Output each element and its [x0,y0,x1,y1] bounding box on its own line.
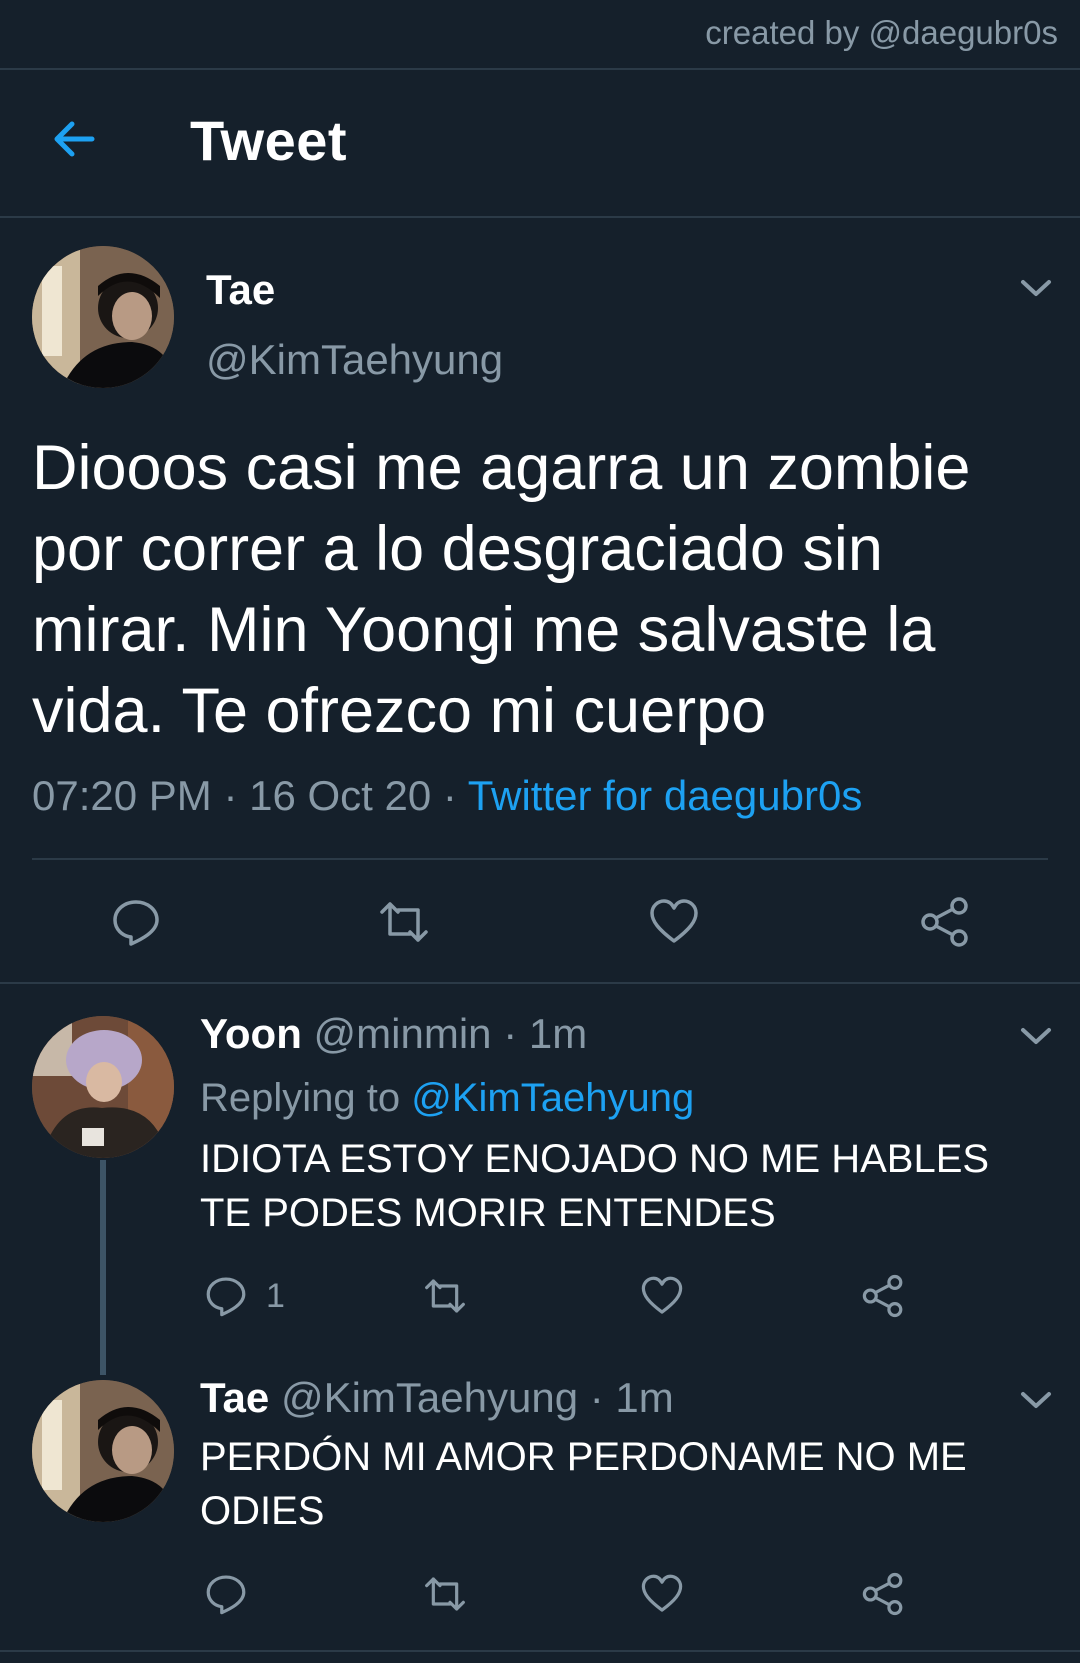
thread-connector [100,1160,106,1375]
tweet-text: Diooos casi me agarra un zombie por corr… [32,433,971,746]
share-icon [860,1572,906,1616]
replying-to: Replying to @KimTaehyung [200,1076,694,1121]
reply-author-name[interactable]: Tae [200,1374,269,1421]
reply-age: 1m [528,1010,588,1057]
tweet-meta: 07:20 PM · 16 Oct 20 · Twitter for daegu… [32,772,862,820]
meta-separator: · [491,1010,529,1057]
retweet-button[interactable] [374,896,434,948]
meta-separator: · [431,772,468,819]
reply-header: Tae @KimTaehyung · 1m [200,1374,674,1422]
retweet-icon [420,1274,470,1318]
reply-author-handle[interactable]: @minmin [314,1010,492,1057]
replying-to-handle[interactable]: @KimTaehyung [411,1076,694,1120]
top-bar: Tweet [0,70,1080,216]
share-icon [918,896,972,948]
page-title: Tweet [190,109,348,172]
share-icon [860,1274,906,1318]
like-button[interactable] [640,1274,684,1318]
avatar[interactable] [32,1380,174,1522]
reply-count: 1 [266,1276,285,1315]
reply-author-name[interactable]: Yoon [200,1010,302,1057]
chevron-down-icon[interactable] [1018,1024,1054,1048]
like-button[interactable] [648,896,700,948]
retweet-button[interactable] [420,1572,470,1616]
meta-separator: · [211,772,250,819]
tweet-source-link[interactable]: Twitter for daegubr0s [468,772,863,819]
divider [0,1650,1080,1652]
like-icon [640,1274,684,1318]
share-button[interactable] [918,896,972,948]
meta-separator: · [578,1374,616,1421]
avatar[interactable] [32,246,174,388]
retweet-button[interactable] [420,1274,470,1318]
chevron-down-icon[interactable] [1018,1388,1054,1412]
avatar[interactable] [32,1016,174,1158]
tweet-time: 07:20 PM [32,772,212,819]
reply-header: Yoon @minmin · 1m [200,1010,587,1058]
like-icon [648,896,700,948]
back-arrow-icon[interactable] [48,112,102,166]
tweet-date: 16 Oct 20 [249,772,432,819]
reply-button[interactable] [204,1572,248,1616]
reply-icon [204,1274,248,1318]
chevron-down-icon[interactable] [1018,276,1054,300]
share-button[interactable] [860,1274,906,1318]
like-button[interactable] [640,1572,684,1616]
reply-button[interactable]: 1 [204,1274,285,1318]
author-name[interactable]: Tae [206,266,275,314]
like-icon [640,1572,684,1616]
watermark-credit: created by @daegubr0s [705,14,1058,51]
author-handle[interactable]: @KimTaehyung [206,336,503,384]
replying-to-label: Replying to [200,1076,401,1120]
reply-age: 1m [615,1374,674,1421]
divider [0,982,1080,984]
reply-button[interactable] [110,896,162,948]
retweet-icon [374,896,434,948]
share-button[interactable] [860,1572,906,1616]
retweet-icon [420,1572,470,1616]
divider [0,216,1080,218]
reply-icon [204,1572,248,1616]
divider [32,858,1048,860]
reply-text: IDIOTA ESTOY ENOJADO NO ME HABLES TE POD… [200,1137,990,1235]
reply-text: PERDÓN MI AMOR PERDONAME NO ME ODIES [200,1435,967,1533]
reply-author-handle[interactable]: @KimTaehyung [281,1374,578,1421]
reply-icon [110,896,162,948]
